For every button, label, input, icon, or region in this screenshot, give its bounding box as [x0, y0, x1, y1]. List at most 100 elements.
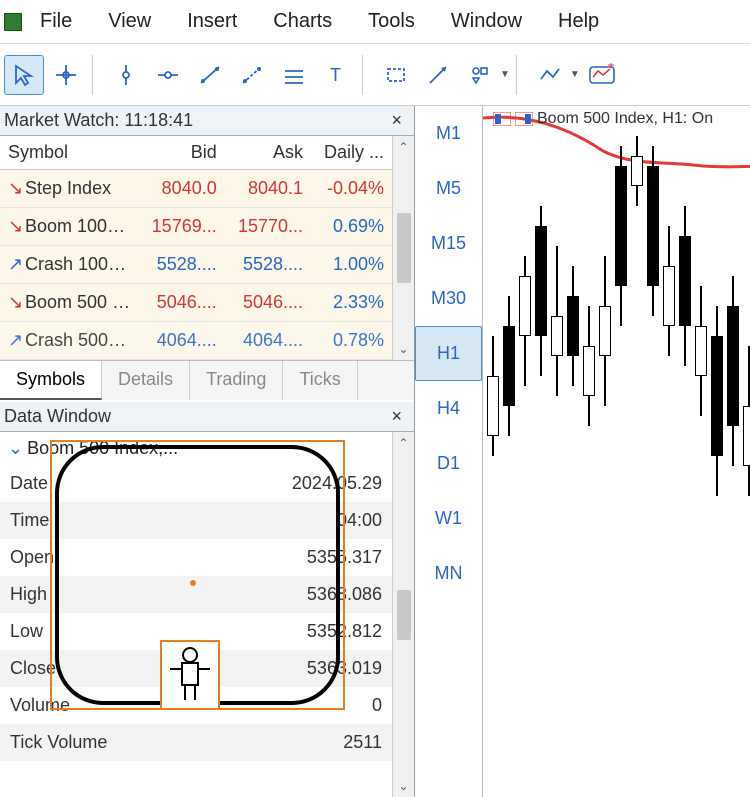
- col-bid[interactable]: Bid: [138, 136, 224, 170]
- daily-value: 1.00%: [311, 246, 392, 284]
- tab-ticks[interactable]: Ticks: [283, 361, 357, 400]
- angle-trend-icon[interactable]: [232, 55, 272, 95]
- tab-symbols[interactable]: Symbols: [0, 361, 102, 400]
- symbol-name: Boom 500 I...: [25, 292, 132, 312]
- chevron-down-icon: ⌄: [8, 438, 23, 458]
- col-ask[interactable]: Ask: [225, 136, 311, 170]
- arrowed-line-icon[interactable]: [418, 55, 458, 95]
- scroll-up-icon[interactable]: ⌃: [398, 436, 408, 450]
- chart-area[interactable]: Boom 500 Index, H1: On: [483, 106, 750, 797]
- menu-insert[interactable]: Insert: [169, 10, 255, 33]
- bid-value: 8040.0: [138, 170, 224, 208]
- menu-tools[interactable]: Tools: [350, 10, 433, 33]
- chart-style-dropdown-icon[interactable]: ▼: [570, 69, 580, 80]
- dw-val: 0: [202, 687, 392, 724]
- cursor-icon[interactable]: [4, 55, 44, 95]
- table-row: Time04:00: [0, 502, 392, 539]
- tab-trading[interactable]: Trading: [190, 361, 283, 400]
- table-row: Close5363.019: [0, 650, 392, 687]
- vertical-line-icon[interactable]: [106, 55, 146, 95]
- scroll-up-icon[interactable]: ⌃: [398, 140, 408, 154]
- dw-val: 5368.086: [202, 576, 392, 613]
- scroll-down-icon[interactable]: ⌄: [398, 779, 408, 793]
- symbol-name: Step Index: [25, 178, 111, 198]
- timeframe-mn[interactable]: MN: [415, 546, 482, 601]
- menu-bar: File View Insert Charts Tools Window Hel…: [0, 0, 750, 44]
- data-window-instrument-row[interactable]: ⌄Boom 500 Index,...: [0, 432, 392, 465]
- app-icon: [4, 13, 22, 31]
- chart-style-icon[interactable]: [530, 55, 570, 95]
- symbol-name: Boom 1000...: [25, 216, 132, 236]
- chart-window-icon: [493, 112, 511, 126]
- indicator-icon[interactable]: [582, 55, 622, 95]
- timeframe-d1[interactable]: D1: [415, 436, 482, 491]
- scroll-thumb[interactable]: [397, 213, 411, 283]
- data-window-scrollbar[interactable]: ⌃ ⌄: [392, 432, 414, 797]
- market-watch-table: Symbol Bid Ask Daily ... ↘ Step Index 80…: [0, 136, 392, 360]
- col-daily[interactable]: Daily ...: [311, 136, 392, 170]
- scroll-thumb[interactable]: [397, 590, 411, 640]
- table-row[interactable]: ↘ Boom 1000... 15769... 15770... 0.69%: [0, 208, 392, 246]
- table-row: Date2024.05.29: [0, 465, 392, 502]
- equidistant-channel-icon[interactable]: [274, 55, 314, 95]
- symbol-name: Crash 500 I...: [25, 330, 133, 350]
- drawing-toolbar: T ▼ ▼: [0, 44, 750, 106]
- horizontal-line-icon[interactable]: [148, 55, 188, 95]
- table-row[interactable]: ↘ Boom 500 I... 5046.... 5046.... 2.33%: [0, 284, 392, 322]
- table-row: Volume0: [0, 687, 392, 724]
- dw-val: 04:00: [202, 502, 392, 539]
- table-row: Tick Volume2511: [0, 724, 392, 761]
- svg-text:T: T: [330, 65, 341, 85]
- left-column: Market Watch: 11:18:41 × Symbol Bid Ask …: [0, 106, 415, 797]
- toolbar-separator: [92, 55, 100, 95]
- data-window-header: Data Window ×: [0, 402, 414, 432]
- menu-file[interactable]: File: [36, 10, 90, 33]
- chart-title-bar: Boom 500 Index, H1: On: [493, 110, 713, 128]
- table-row: High5368.086: [0, 576, 392, 613]
- timeframe-m5[interactable]: M5: [415, 161, 482, 216]
- timeframe-w1[interactable]: W1: [415, 491, 482, 546]
- up-arrow-icon: ↗: [8, 330, 20, 351]
- toolbar-separator: [362, 55, 370, 95]
- market-watch-tabs: Symbols Details Trading Ticks: [0, 360, 414, 400]
- market-watch-body: Symbol Bid Ask Daily ... ↘ Step Index 80…: [0, 136, 414, 360]
- shapes-dropdown-icon[interactable]: ▼: [500, 69, 510, 80]
- rectangle-icon[interactable]: [376, 55, 416, 95]
- market-watch-header: Market Watch: 11:18:41 ×: [0, 106, 414, 136]
- col-symbol[interactable]: Symbol: [0, 136, 138, 170]
- market-watch-close-icon[interactable]: ×: [387, 110, 406, 131]
- trendline-icon[interactable]: [190, 55, 230, 95]
- table-row[interactable]: ↗ Crash 1000 ... 5528.... 5528.... 1.00%: [0, 246, 392, 284]
- timeframe-m30[interactable]: M30: [415, 271, 482, 326]
- daily-value: 0.78%: [311, 322, 392, 360]
- timeframe-h1[interactable]: H1: [415, 326, 482, 381]
- timeframe-m15[interactable]: M15: [415, 216, 482, 271]
- timeframe-m1[interactable]: M1: [415, 106, 482, 161]
- table-row[interactable]: ↗ Crash 500 I... 4064.... 4064.... 0.78%: [0, 322, 392, 360]
- dw-key: High: [0, 576, 202, 613]
- scroll-down-icon[interactable]: ⌄: [398, 342, 408, 356]
- tab-details[interactable]: Details: [102, 361, 190, 400]
- menu-help[interactable]: Help: [540, 10, 617, 33]
- dw-val: 2024.05.29: [202, 465, 392, 502]
- menu-window[interactable]: Window: [433, 10, 540, 33]
- data-window-instrument: Boom 500 Index,...: [27, 438, 178, 458]
- timeframe-h4[interactable]: H4: [415, 381, 482, 436]
- market-watch-scrollbar[interactable]: ⌃ ⌄: [392, 136, 414, 360]
- market-watch-time: 11:18:41: [124, 110, 193, 130]
- toolbar-separator: [516, 55, 524, 95]
- menu-view[interactable]: View: [90, 10, 169, 33]
- text-icon[interactable]: T: [316, 55, 356, 95]
- crosshair-icon[interactable]: [46, 55, 86, 95]
- ask-value: 5046....: [225, 284, 311, 322]
- menu-charts[interactable]: Charts: [255, 10, 350, 33]
- dw-key: Open: [0, 539, 202, 576]
- down-arrow-icon: ↘: [8, 178, 20, 199]
- up-arrow-icon: ↗: [8, 254, 20, 275]
- data-window-close-icon[interactable]: ×: [387, 406, 406, 427]
- data-window-body: ⌄Boom 500 Index,... Date2024.05.29 Time0…: [0, 432, 414, 797]
- shapes-icon[interactable]: [460, 55, 500, 95]
- dw-key: Time: [0, 502, 202, 539]
- table-row[interactable]: ↘ Step Index 8040.0 8040.1 -0.04%: [0, 170, 392, 208]
- ask-value: 4064....: [225, 322, 311, 360]
